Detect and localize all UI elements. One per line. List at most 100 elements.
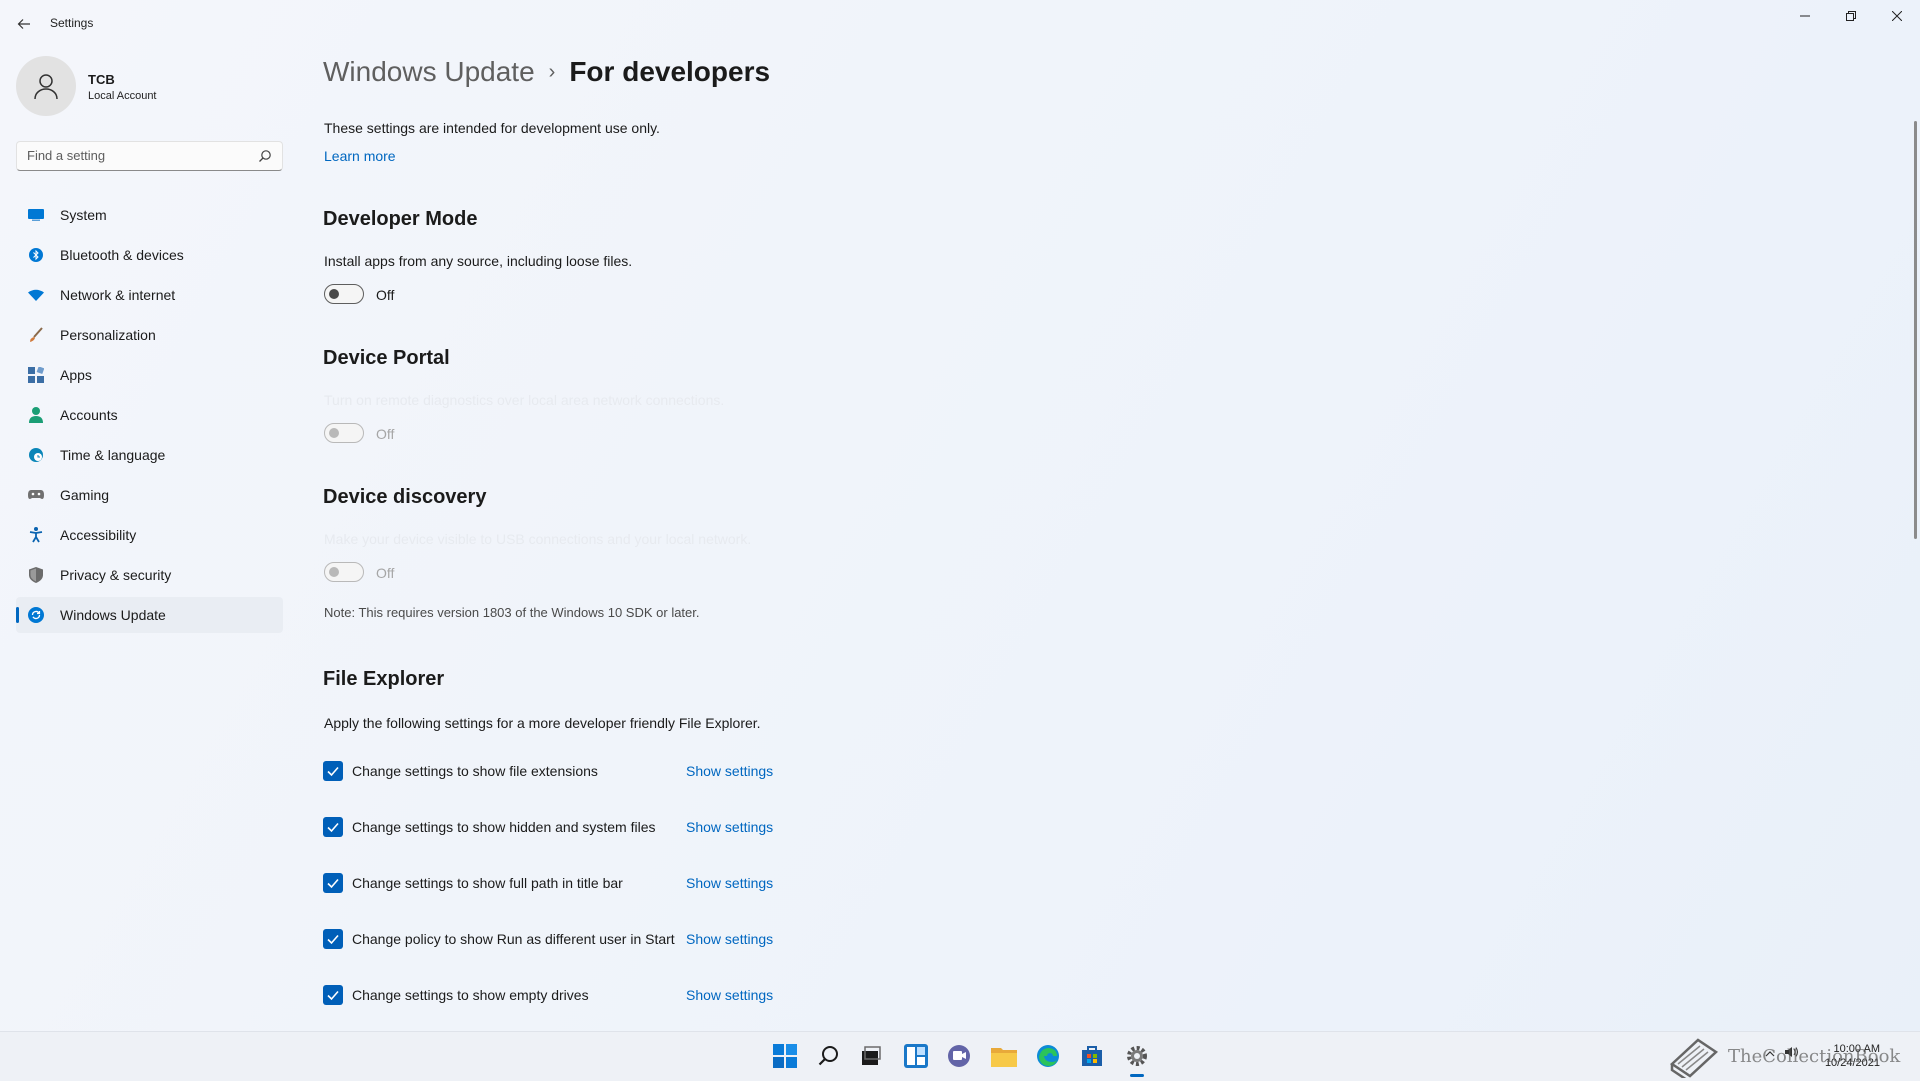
sidebar-item-system[interactable]: System <box>16 197 283 233</box>
search-input[interactable] <box>27 148 247 163</box>
intro-text: These settings are intended for developm… <box>324 120 660 136</box>
globe-clock-icon <box>28 447 44 463</box>
device-portal-description: Turn on remote diagnostics over local ar… <box>324 392 725 408</box>
start-icon[interactable] <box>771 1042 799 1070</box>
sidebar-item-time-language[interactable]: Time & language <box>16 437 283 473</box>
file-explorer-option: Change policy to show Run as different u… <box>323 927 823 951</box>
sidebar-item-label: Apps <box>60 367 92 383</box>
checkmark-icon <box>327 934 339 945</box>
show-settings-link[interactable]: Show settings <box>686 987 773 1003</box>
sidebar-item-network[interactable]: Network & internet <box>16 277 283 313</box>
apps-icon <box>28 367 44 383</box>
option-label: Change settings to show full path in tit… <box>352 875 623 891</box>
active-app-indicator <box>1130 1074 1144 1077</box>
sidebar-item-label: Windows Update <box>60 607 166 623</box>
file-explorer-option: Change settings to show file extensions … <box>323 759 823 783</box>
show-settings-link[interactable]: Show settings <box>686 875 773 891</box>
close-button[interactable] <box>1874 0 1920 32</box>
checkmark-icon <box>327 766 339 777</box>
breadcrumb-parent-link[interactable]: Windows Update <box>323 56 535 87</box>
minimize-icon <box>1800 15 1810 17</box>
sidebar-item-label: Network & internet <box>60 287 176 303</box>
device-discovery-toggle[interactable] <box>324 562 364 582</box>
sidebar-item-label: Privacy & security <box>60 567 172 583</box>
sidebar-item-accessibility[interactable]: Accessibility <box>16 517 283 553</box>
sidebar-item-privacy[interactable]: Privacy & security <box>16 557 283 593</box>
sidebar-item-apps[interactable]: Apps <box>16 357 283 393</box>
show-full-path-checkbox[interactable] <box>323 873 343 893</box>
learn-more-link[interactable]: Learn more <box>324 148 396 164</box>
profile-account-type: Local Account <box>88 90 157 102</box>
file-explorer-option: Change settings to show full path in tit… <box>323 871 823 895</box>
option-label: Change policy to show Run as different u… <box>352 931 675 947</box>
edge-icon[interactable] <box>1034 1042 1062 1070</box>
sidebar-item-label: Gaming <box>60 487 110 503</box>
device-portal-toggle[interactable] <box>324 423 364 443</box>
option-label: Change settings to show file extensions <box>352 763 598 779</box>
device-discovery-note: Note: This requires version 1803 of the … <box>324 605 700 620</box>
sidebar-item-accounts[interactable]: Accounts <box>16 397 283 433</box>
device-discovery-title: Device discovery <box>323 486 487 508</box>
restore-button[interactable] <box>1828 0 1874 32</box>
brush-icon <box>28 327 44 343</box>
checkmark-icon <box>327 878 339 889</box>
developer-mode-description: Install apps from any source, including … <box>324 253 633 269</box>
show-settings-link[interactable]: Show settings <box>686 819 773 835</box>
option-label: Change settings to show empty drives <box>352 987 589 1003</box>
settings-icon[interactable] <box>1123 1042 1151 1070</box>
app-title: Settings <box>50 16 94 30</box>
task-view-icon[interactable] <box>857 1042 885 1070</box>
settings-window: Settings TCB Local Account System Blueto… <box>0 0 1920 1031</box>
sidebar-item-label: Accessibility <box>60 527 137 543</box>
gamepad-icon <box>28 487 44 503</box>
developer-mode-toggle[interactable] <box>324 284 364 304</box>
device-discovery-description: Make your device visible to USB connecti… <box>324 531 752 547</box>
book-icon <box>1669 1038 1719 1078</box>
run-as-different-user-checkbox[interactable] <box>323 929 343 949</box>
scrollbar-thumb[interactable] <box>1914 121 1917 539</box>
shield-icon <box>28 567 44 583</box>
restore-icon <box>1846 11 1856 21</box>
show-file-extensions-checkbox[interactable] <box>323 761 343 781</box>
file-explorer-description: Apply the following settings for a more … <box>324 715 761 731</box>
developer-mode-title: Developer Mode <box>323 208 478 230</box>
back-arrow-icon <box>17 19 30 29</box>
device-portal-toggle-label: Off <box>376 426 395 442</box>
page-title: For developers <box>569 56 771 87</box>
accessibility-icon <box>28 527 44 543</box>
breadcrumb: Windows Update › For developers <box>323 56 770 88</box>
device-portal-title: Device Portal <box>323 347 450 369</box>
teams-chat-icon[interactable] <box>945 1042 973 1070</box>
person-icon <box>28 407 44 423</box>
checkmark-icon <box>327 990 339 1001</box>
show-settings-link[interactable]: Show settings <box>686 763 773 779</box>
show-hidden-files-checkbox[interactable] <box>323 817 343 837</box>
file-explorer-option: Change settings to show empty drives Sho… <box>323 983 823 1007</box>
widgets-icon[interactable] <box>902 1042 930 1070</box>
developer-mode-toggle-label: Off <box>376 287 395 303</box>
sidebar-item-label: Personalization <box>60 327 156 343</box>
wifi-icon <box>28 287 44 303</box>
watermark: TheCollectionBook <box>1668 1034 1900 1078</box>
close-icon <box>1892 11 1902 21</box>
back-button[interactable] <box>12 12 36 36</box>
show-empty-drives-checkbox[interactable] <box>323 985 343 1005</box>
active-indicator <box>16 607 19 623</box>
breadcrumb-chevron-icon: › <box>548 61 556 83</box>
sidebar-item-label: Time & language <box>60 447 166 463</box>
search-icon[interactable] <box>815 1042 843 1070</box>
watermark-text: TheCollectionBook <box>1728 1045 1901 1067</box>
sidebar-item-gaming[interactable]: Gaming <box>16 477 283 513</box>
sidebar-item-personalization[interactable]: Personalization <box>16 317 283 353</box>
title-bar: Settings <box>0 0 1920 48</box>
search-box[interactable] <box>16 141 283 171</box>
sidebar-item-bluetooth[interactable]: Bluetooth & devices <box>16 237 283 273</box>
update-icon <box>28 607 44 623</box>
sidebar-item-windows-update[interactable]: Windows Update <box>16 597 283 633</box>
store-icon[interactable] <box>1078 1042 1106 1070</box>
show-settings-link[interactable]: Show settings <box>686 931 773 947</box>
minimize-button[interactable] <box>1782 0 1828 32</box>
sidebar-item-label: Bluetooth & devices <box>60 247 184 263</box>
sidebar-nav: System Bluetooth & devices Network & int… <box>16 197 283 637</box>
file-explorer-icon[interactable] <box>990 1042 1018 1070</box>
